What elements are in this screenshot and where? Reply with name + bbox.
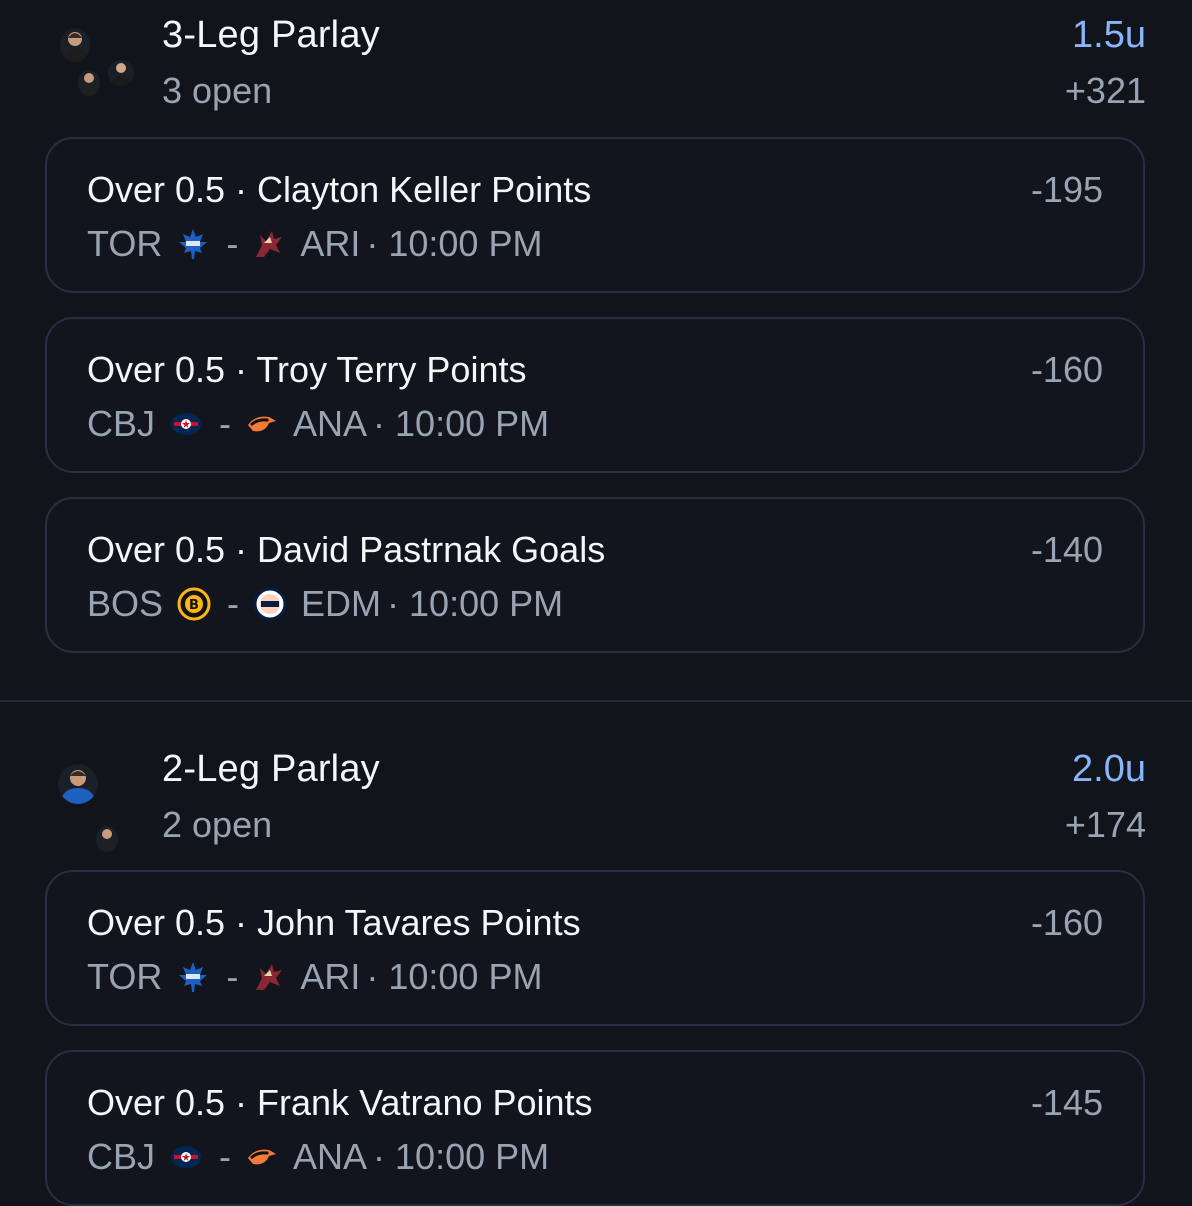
leg-title: Over 0.5 · Frank Vatrano Points xyxy=(87,1082,593,1123)
matchup-dash: - xyxy=(219,1136,232,1177)
bruins-icon: B xyxy=(177,587,211,621)
home-team: TOR xyxy=(87,223,163,264)
leg-title: Over 0.5 · Clayton Keller Points xyxy=(87,169,592,210)
leg-title: Over 0.5 · David Pastrnak Goals xyxy=(87,529,606,570)
away-team: ARI xyxy=(300,956,361,997)
parlay-open-count: 3 open xyxy=(162,70,273,111)
leg-card[interactable]: Over 0.5 · Frank Vatrano Points -145 CBJ… xyxy=(45,1050,1145,1206)
home-team: TOR xyxy=(87,956,163,997)
parlay-card[interactable]: 2-Leg Parlay 2 open 2.0u +174 Over 0.5 ·… xyxy=(0,734,1192,1206)
maple-leafs-icon xyxy=(176,960,210,994)
matchup-dash: - xyxy=(226,956,239,997)
maple-leafs-icon xyxy=(176,227,210,261)
leg-title: Over 0.5 · Troy Terry Points xyxy=(87,349,527,390)
leg-odds: -195 xyxy=(1030,169,1103,210)
game-time: · 10:00 PM xyxy=(366,956,543,997)
parlay-odds: +174 xyxy=(1064,804,1146,845)
leg-card[interactable]: Over 0.5 · David Pastrnak Goals -140 BOS… xyxy=(45,497,1145,653)
game-time: · 10:00 PM xyxy=(366,223,543,264)
parlay-open-count: 2 open xyxy=(162,804,273,845)
coyotes-icon xyxy=(252,960,286,994)
leg-matchup: CBJ - ANA · 10:00 PM xyxy=(87,403,555,445)
game-time: · 10:00 PM xyxy=(387,583,564,624)
parlay-title: 3-Leg Parlay xyxy=(162,14,380,56)
game-time: · 10:00 PM xyxy=(373,403,550,444)
coyotes-icon xyxy=(252,227,286,261)
leg-matchup: CBJ - ANA · 10:00 PM xyxy=(87,1136,555,1178)
leg-card[interactable]: Over 0.5 · Troy Terry Points -160 CBJ - … xyxy=(45,317,1145,473)
avatar xyxy=(108,60,134,86)
avatar xyxy=(58,764,98,804)
leg-card[interactable]: Over 0.5 · John Tavares Points -160 TOR … xyxy=(45,870,1145,1026)
blue-jackets-icon xyxy=(169,1140,203,1174)
leg-card[interactable]: Over 0.5 · Clayton Keller Points -195 TO… xyxy=(45,137,1145,293)
blue-jackets-icon xyxy=(169,407,203,441)
parlay-odds: +321 xyxy=(1064,70,1146,111)
away-team: ANA xyxy=(293,403,368,444)
parlay-title: 2-Leg Parlay xyxy=(162,748,380,790)
game-time: · 10:00 PM xyxy=(373,1136,550,1177)
away-team: ANA xyxy=(293,1136,368,1177)
avatar xyxy=(60,28,90,62)
leg-matchup: BOS B - EDM · 10:00 PM xyxy=(87,583,569,625)
home-team: BOS xyxy=(87,583,164,624)
leg-odds: -160 xyxy=(1030,902,1103,943)
svg-text:B: B xyxy=(189,598,199,613)
leg-title: Over 0.5 · John Tavares Points xyxy=(87,902,581,943)
ducks-icon xyxy=(245,1140,279,1174)
parlay-header[interactable]: 3-Leg Parlay 3 open 1.5u +321 xyxy=(0,0,1192,130)
matchup-dash: - xyxy=(226,223,239,264)
avatar xyxy=(78,70,100,96)
parlay-card[interactable]: 3-Leg Parlay 3 open 1.5u +321 Over 0.5 ·… xyxy=(0,0,1192,653)
leg-odds: -140 xyxy=(1030,529,1103,570)
matchup-dash: - xyxy=(219,403,232,444)
away-team: EDM xyxy=(301,583,382,624)
home-team: CBJ xyxy=(87,1136,156,1177)
leg-odds: -145 xyxy=(1030,1082,1103,1123)
section-divider xyxy=(0,700,1192,702)
parlay-units: 1.5u xyxy=(1072,14,1146,56)
matchup-dash: - xyxy=(227,583,240,624)
parlay-units: 2.0u xyxy=(1072,748,1146,790)
oilers-icon xyxy=(253,587,287,621)
parlay-header[interactable]: 2-Leg Parlay 2 open 2.0u +174 xyxy=(0,734,1192,864)
leg-odds: -160 xyxy=(1030,349,1103,390)
leg-matchup: TOR - ARI · 10:00 PM xyxy=(87,223,548,265)
away-team: ARI xyxy=(300,223,361,264)
leg-matchup: TOR - ARI · 10:00 PM xyxy=(87,956,548,998)
home-team: CBJ xyxy=(87,403,156,444)
player-avatars xyxy=(54,760,144,852)
player-avatars xyxy=(54,26,144,106)
avatar xyxy=(96,826,118,852)
ducks-icon xyxy=(245,407,279,441)
